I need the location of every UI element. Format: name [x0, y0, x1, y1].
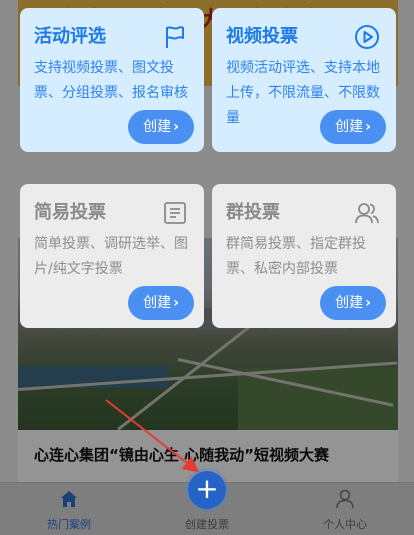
- annotation-arrow: [105, 399, 200, 473]
- plus-icon: +: [195, 472, 219, 505]
- create-vote-fab[interactable]: +: [188, 471, 226, 509]
